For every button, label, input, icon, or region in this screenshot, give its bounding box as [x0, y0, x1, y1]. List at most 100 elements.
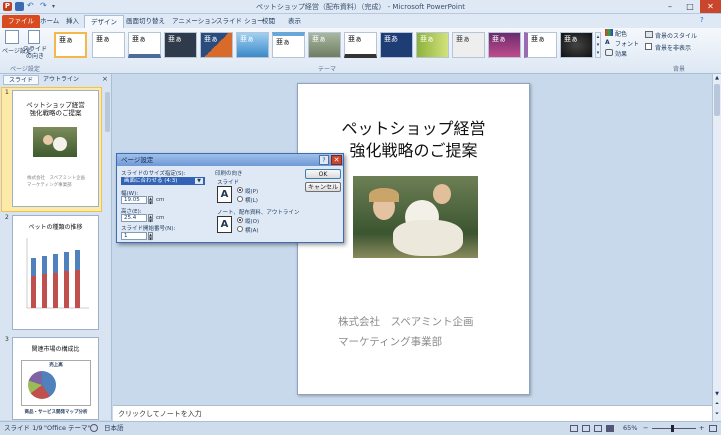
- theme-5[interactable]: 亜ぁ: [200, 32, 233, 58]
- zoom-level[interactable]: 65%: [623, 422, 637, 435]
- slide-orientation-button[interactable]: スライドの向き: [23, 46, 47, 60]
- slide-sorter-icon[interactable]: [582, 425, 590, 432]
- ok-button[interactable]: OK: [305, 169, 341, 179]
- effects-icon: [605, 49, 613, 56]
- colors-button[interactable]: 配色: [615, 29, 627, 38]
- help-icon[interactable]: ?: [319, 155, 329, 165]
- theme-8[interactable]: 亜ぁ: [308, 32, 341, 58]
- group-background: 背景: [672, 66, 685, 73]
- theme-office[interactable]: 亜ぁ: [54, 32, 87, 58]
- background-style-button[interactable]: 背景のスタイル: [655, 31, 697, 40]
- theme-12[interactable]: 亜ぁ: [452, 32, 485, 58]
- fit-to-window-icon[interactable]: [709, 425, 717, 432]
- minimize-icon[interactable]: –: [660, 0, 680, 13]
- dialog-close-icon[interactable]: ✕: [331, 155, 342, 165]
- theme-sample-text: 亜ぁ: [59, 36, 73, 44]
- tab-outline[interactable]: アウトライン: [38, 75, 84, 85]
- next-slide-icon[interactable]: ⏷: [713, 410, 721, 418]
- tab-insert[interactable]: 挿入: [60, 15, 85, 28]
- theme-sample-text: 亜ぁ: [456, 35, 470, 43]
- help-icon[interactable]: ?: [700, 16, 704, 24]
- slide-landscape-radio[interactable]: [237, 196, 243, 202]
- theme-3[interactable]: 亜ぁ: [128, 32, 161, 58]
- notes-portrait-radio[interactable]: [237, 217, 243, 223]
- slide-thumbnail-2[interactable]: ペットの種類の推移: [12, 215, 99, 330]
- theme-gallery-scroll[interactable]: ▴ ▾ ▾: [595, 32, 601, 58]
- tab-review[interactable]: 校閲: [256, 15, 281, 28]
- close-icon[interactable]: ✕: [700, 0, 721, 13]
- height-input[interactable]: 25.4: [121, 214, 147, 222]
- scrollbar-thumb[interactable]: [714, 84, 720, 116]
- slide-landscape-label[interactable]: 横(L): [245, 196, 258, 204]
- theme-15[interactable]: 亜ぁ: [560, 32, 593, 58]
- zoom-out-icon[interactable]: −: [643, 422, 648, 435]
- theme-10[interactable]: 亜あ: [380, 32, 413, 58]
- start-number-input[interactable]: 1: [121, 232, 147, 240]
- tab-slides[interactable]: スライド: [3, 75, 40, 85]
- slide-portrait-label[interactable]: 縦(P): [245, 187, 258, 195]
- maximize-icon[interactable]: □: [680, 0, 700, 13]
- group-page-setup: ページ設定: [10, 66, 40, 73]
- height-unit: cm: [156, 215, 165, 221]
- slide-portrait-radio[interactable]: [237, 187, 243, 193]
- status-bar: スライド 1/9 "Office テーマ" 日本語 65% − +: [0, 421, 721, 435]
- tab-design[interactable]: デザイン: [84, 15, 124, 28]
- zoom-slider[interactable]: [652, 428, 696, 429]
- tab-transitions[interactable]: 画面切り替え: [120, 15, 171, 28]
- height-spinner[interactable]: ▲ ▼: [148, 214, 153, 223]
- theme-13[interactable]: 亜ぁ: [488, 32, 521, 58]
- slide-title-line1[interactable]: ペットショップ経営: [298, 118, 529, 140]
- ribbon-design: ページ設定 スライドの向き ページ設定 亜ぁ 亜ぁ 亜ぁ 亜ぁ 亜ぁ 亜ぁ 亜ぁ…: [0, 28, 721, 74]
- theme-9[interactable]: 亜ぁ: [344, 32, 377, 58]
- cancel-button[interactable]: キャンセル: [305, 182, 341, 192]
- notes-orientation-label: ノート、配布資料、アウトライン: [217, 210, 300, 216]
- zoom-in-icon[interactable]: +: [699, 422, 704, 435]
- theme-7[interactable]: 亜ぁ: [272, 32, 305, 58]
- theme-14[interactable]: 亜ぁ: [524, 32, 557, 58]
- slide-thumbnail-1[interactable]: ペットショップ経営 強化戦略のご提案 株式会社 スペアミント企画 マーケティング…: [12, 90, 99, 207]
- slide-dept[interactable]: マーケティング事業部: [338, 334, 518, 349]
- dialog-title: ページ設定: [117, 154, 343, 166]
- panel-close-icon[interactable]: ×: [102, 75, 108, 83]
- page-setup-dialog: ページ設定 ? ✕ スライドのサイズ指定(S): 画面に合わせる (4:3) ▼…: [116, 153, 344, 243]
- vertical-scrollbar[interactable]: ▲ ▼ ⏶ ⏷: [712, 74, 721, 421]
- width-spinner[interactable]: ▲ ▼: [148, 196, 153, 205]
- notes-portrait-label[interactable]: 縦(O): [245, 217, 259, 225]
- theme-11[interactable]: 亜ぁ: [416, 32, 449, 58]
- prev-slide-icon[interactable]: ⏶: [713, 400, 721, 408]
- page-setup-button[interactable]: ページ設定: [2, 46, 32, 55]
- zoom-slider-thumb[interactable]: [671, 425, 674, 432]
- effects-button[interactable]: 効果: [615, 49, 627, 58]
- width-unit: cm: [156, 197, 165, 203]
- bg-style-icon: [645, 31, 653, 38]
- scroll-up-icon[interactable]: ▲: [713, 74, 721, 82]
- slide-size-select[interactable]: 画面に合わせる (4:3): [121, 177, 205, 185]
- powerpoint-window: P ↶ ↷ ▾ ペットショップ経営（配布資料）（完成） - Microsoft …: [0, 0, 721, 435]
- slide-orientation-icon[interactable]: [28, 30, 40, 44]
- start-number-spinner[interactable]: ▲ ▼: [148, 232, 153, 241]
- normal-view-icon[interactable]: [570, 425, 578, 432]
- status-language[interactable]: 日本語: [104, 422, 124, 435]
- chevron-down-icon[interactable]: ▼: [195, 178, 203, 184]
- slide-photo[interactable]: [353, 176, 478, 258]
- notes-preview-icon: A: [217, 216, 232, 233]
- scroll-down-icon[interactable]: ▼: [713, 390, 721, 398]
- fonts-button[interactable]: フォント: [615, 39, 639, 48]
- notes-pane[interactable]: クリックしてノートを入力: [113, 405, 712, 421]
- thumb-1-company: 株式会社 スペアミント企画 マーケティング事業部: [27, 176, 86, 188]
- theme-6[interactable]: 亜ぁ: [236, 32, 269, 58]
- reading-view-icon[interactable]: [594, 425, 602, 432]
- slide-thumbnail-3[interactable]: 関連市場の構成比 売上高 商品・サービス開発マップ分析: [12, 337, 99, 420]
- notes-landscape-label[interactable]: 横(A): [245, 226, 259, 234]
- notes-landscape-radio[interactable]: [237, 226, 243, 232]
- width-input[interactable]: 19.05: [121, 196, 147, 204]
- theme-2[interactable]: 亜ぁ: [92, 32, 125, 58]
- spellcheck-icon[interactable]: [90, 424, 98, 432]
- hide-bg-checkbox[interactable]: [645, 43, 652, 50]
- slideshow-icon[interactable]: [606, 425, 614, 432]
- page-setup-icon[interactable]: [5, 30, 19, 44]
- slide-company[interactable]: 株式会社 スペアミント企画: [338, 314, 518, 329]
- tab-view[interactable]: 表示: [282, 15, 307, 28]
- panel-scrollbar-thumb[interactable]: [105, 92, 110, 132]
- theme-4[interactable]: 亜ぁ: [164, 32, 197, 58]
